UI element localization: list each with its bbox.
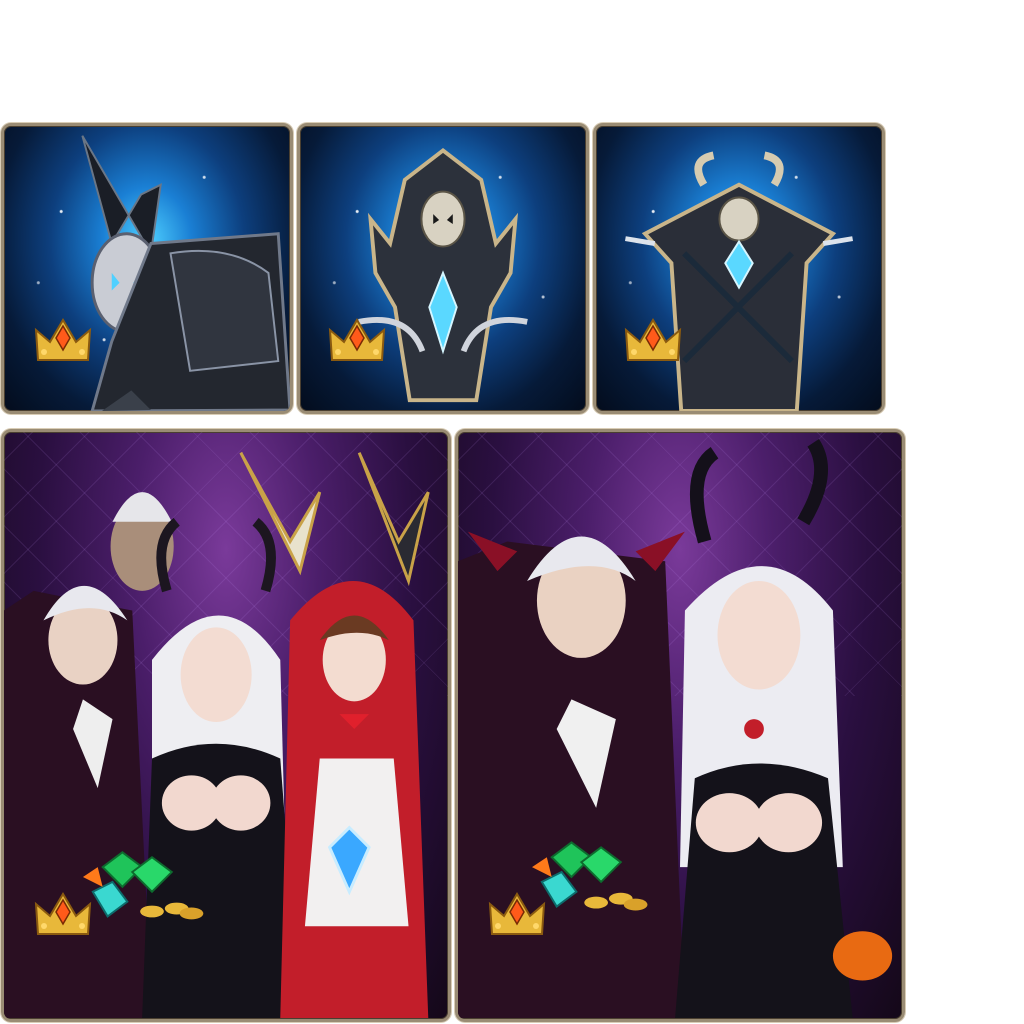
crown-gem-icon bbox=[488, 890, 546, 938]
totem-icon bbox=[358, 148, 528, 403]
bundle-card-party[interactable] bbox=[1, 429, 451, 1022]
armor-icon bbox=[81, 135, 290, 411]
bundle-card-vampires[interactable] bbox=[455, 429, 905, 1022]
crown-gem-icon bbox=[34, 316, 92, 364]
item-card-totem[interactable] bbox=[297, 123, 589, 414]
item-card-altar[interactable] bbox=[593, 123, 885, 414]
crown-gem-icon bbox=[328, 316, 386, 364]
altar-icon bbox=[624, 151, 854, 411]
crown-gem-icon bbox=[624, 316, 682, 364]
crown-gem-icon bbox=[34, 890, 92, 938]
item-card-armor[interactable] bbox=[1, 123, 293, 414]
